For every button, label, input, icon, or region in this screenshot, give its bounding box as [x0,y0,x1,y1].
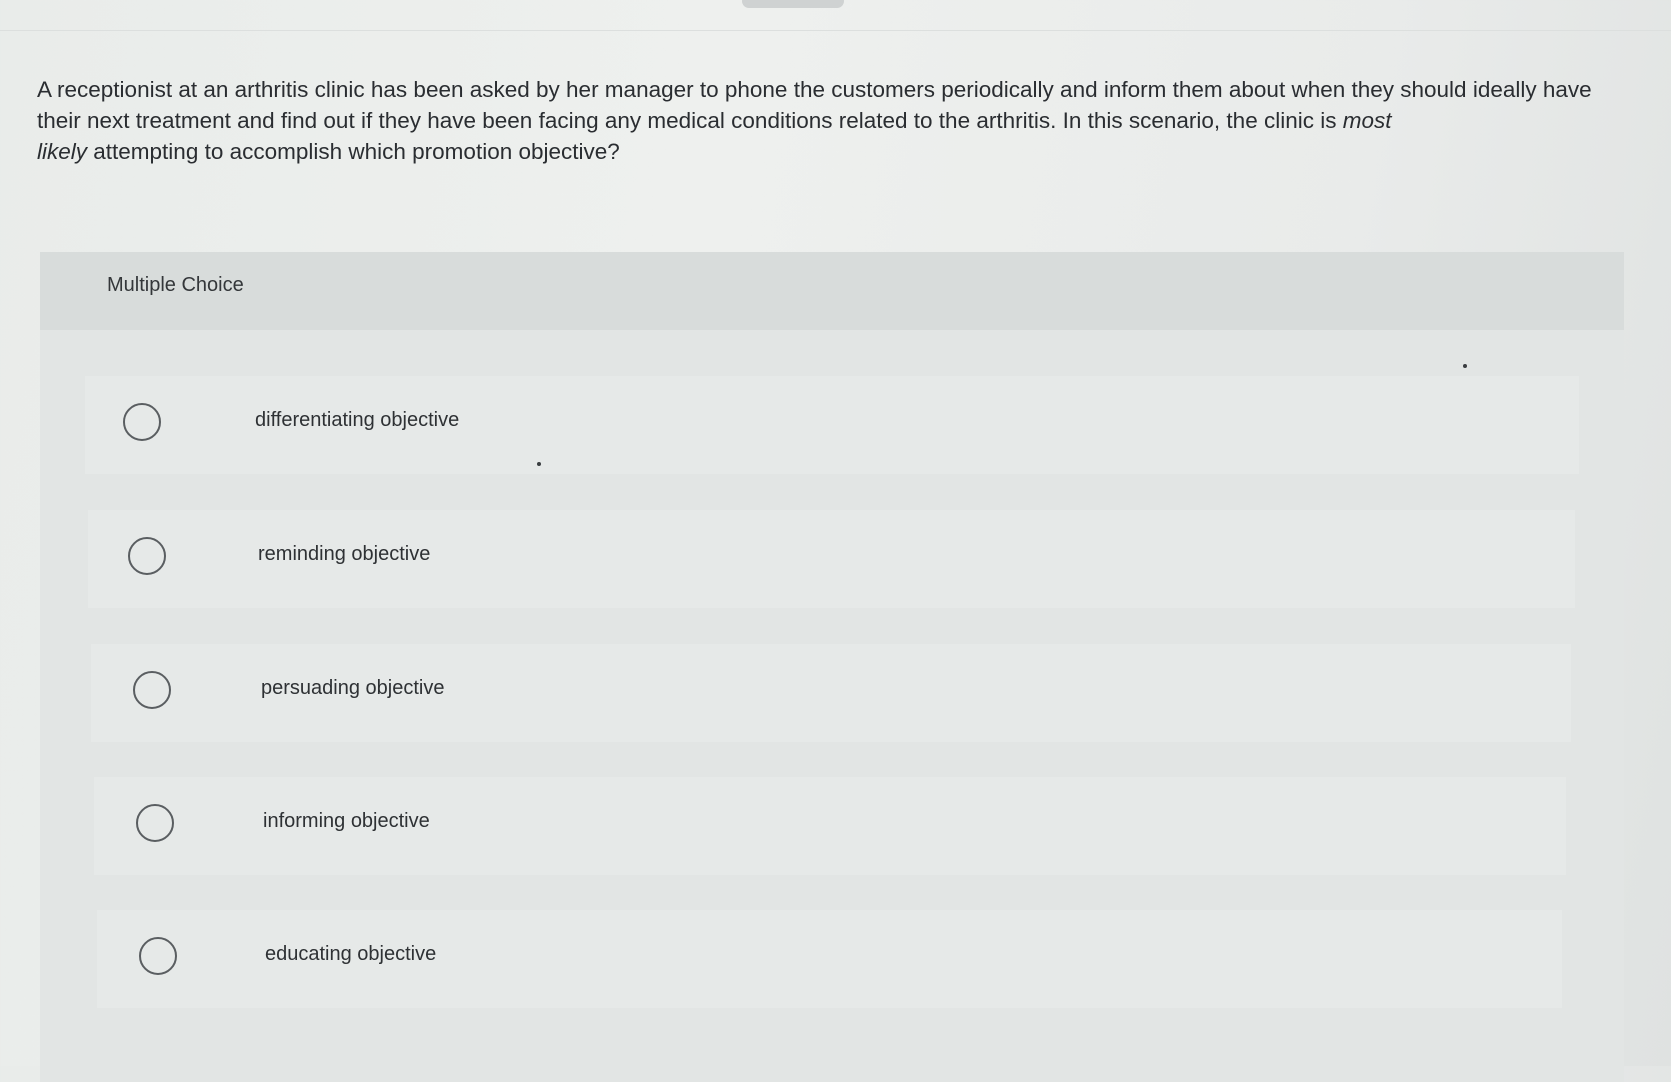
answer-option-persuading[interactable]: persuading objective [91,644,1571,742]
multiple-choice-label: Multiple Choice [107,274,244,296]
radio-button-icon[interactable] [128,537,166,575]
radio-button-icon[interactable] [139,937,177,975]
question-text-end: attempting to accomplish which promotion… [87,139,620,164]
answer-option-label: persuading objective [261,677,445,699]
answer-option-label: educating objective [265,943,437,965]
answer-option-differentiating[interactable]: differentiating objective [85,376,1579,474]
top-divider [0,30,1671,31]
multiple-choice-header: Multiple Choice [40,252,1624,330]
multiple-choice-panel: Multiple Choice differentiating objectiv… [40,252,1624,1082]
answer-option-informing[interactable]: informing objective [94,777,1566,875]
question-text: A receptionist at an arthritis clinic ha… [37,74,1627,167]
dust-speck [1463,364,1467,368]
dust-speck [537,462,541,466]
answer-option-label: differentiating objective [255,409,460,431]
answer-option-educating[interactable]: educating objective [97,910,1562,1008]
radio-button-icon[interactable] [136,804,174,842]
answer-option-label: informing objective [263,810,430,832]
top-tab-handle [742,0,844,8]
radio-button-icon[interactable] [133,671,171,709]
question-emphasis-most: most [1342,108,1392,133]
question-emphasis-likely: likely [37,139,88,164]
answer-option-label: reminding objective [258,543,431,565]
radio-button-icon[interactable] [123,403,161,441]
answer-option-reminding[interactable]: reminding objective [88,510,1575,608]
